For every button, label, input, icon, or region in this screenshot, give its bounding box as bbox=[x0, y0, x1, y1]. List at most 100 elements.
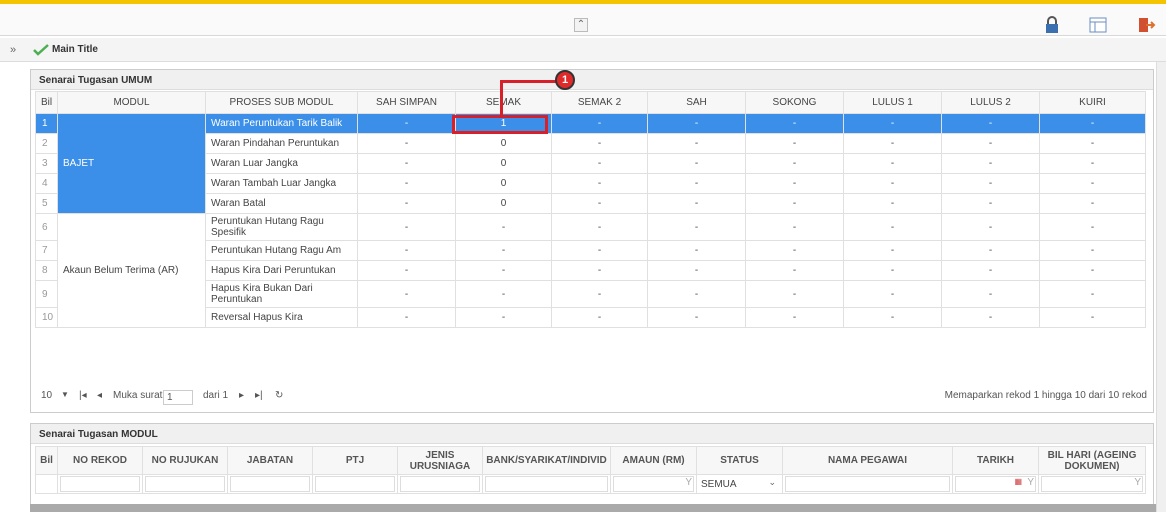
expand-sidebar-icon[interactable]: » bbox=[10, 44, 16, 56]
value-cell[interactable]: - bbox=[455, 240, 552, 261]
col-header[interactable]: SOKONG bbox=[745, 91, 844, 114]
value-cell[interactable]: - bbox=[357, 133, 456, 154]
value-cell[interactable]: - bbox=[941, 280, 1040, 308]
col-header[interactable]: STATUS bbox=[696, 446, 783, 475]
horizontal-scrollbar[interactable] bbox=[30, 504, 1156, 512]
no-rujukan-filter[interactable] bbox=[145, 476, 225, 492]
value-cell[interactable]: - bbox=[647, 133, 746, 154]
process-cell[interactable]: Peruntukan Hutang Ragu Am bbox=[205, 240, 358, 261]
next-page-icon[interactable]: ▸ bbox=[239, 390, 244, 401]
value-cell[interactable]: - bbox=[551, 173, 648, 194]
value-cell[interactable]: - bbox=[941, 173, 1040, 194]
value-cell[interactable]: - bbox=[1039, 213, 1146, 241]
value-cell[interactable]: - bbox=[551, 113, 648, 134]
value-cell[interactable]: - bbox=[357, 113, 456, 134]
value-cell[interactable]: - bbox=[647, 260, 746, 281]
status-select[interactable]: SEMUA bbox=[701, 479, 737, 490]
nama-pegawai-filter[interactable] bbox=[785, 476, 950, 492]
col-header[interactable]: LULUS 1 bbox=[843, 91, 942, 114]
value-cell[interactable]: - bbox=[357, 213, 456, 241]
col-header[interactable]: KUIRI bbox=[1039, 91, 1146, 114]
value-cell[interactable]: - bbox=[941, 133, 1040, 154]
double-chevron-up-icon[interactable]: ⌃ bbox=[574, 18, 588, 32]
col-header[interactable]: Bil bbox=[35, 91, 58, 114]
col-header[interactable]: JENIS URUSNIAGA bbox=[397, 446, 483, 475]
col-header[interactable]: NO REKOD bbox=[57, 446, 143, 475]
process-cell[interactable]: Waran Tambah Luar Jangka bbox=[205, 173, 358, 194]
value-cell[interactable]: - bbox=[551, 153, 648, 174]
jabatan-filter[interactable] bbox=[230, 476, 310, 492]
lock-icon[interactable] bbox=[1042, 16, 1062, 34]
value-cell[interactable]: - bbox=[745, 133, 844, 154]
value-cell[interactable]: 0 bbox=[455, 153, 552, 174]
value-cell[interactable]: - bbox=[745, 260, 844, 281]
col-header[interactable]: LULUS 2 bbox=[941, 91, 1040, 114]
ptj-filter[interactable] bbox=[315, 476, 395, 492]
col-header[interactable]: TARIKH bbox=[952, 446, 1039, 475]
value-cell[interactable]: - bbox=[357, 240, 456, 261]
value-cell[interactable]: - bbox=[843, 173, 942, 194]
value-cell[interactable]: - bbox=[357, 280, 456, 308]
value-cell[interactable]: - bbox=[1039, 113, 1146, 134]
value-cell[interactable]: - bbox=[647, 213, 746, 241]
value-cell[interactable]: - bbox=[647, 153, 746, 174]
process-cell[interactable]: Hapus Kira Bukan Dari Peruntukan bbox=[205, 280, 358, 308]
value-cell[interactable]: - bbox=[941, 153, 1040, 174]
col-header[interactable]: BIL HARI (AGEING DOKUMEN) bbox=[1038, 446, 1146, 475]
logout-icon[interactable] bbox=[1136, 16, 1156, 34]
value-cell[interactable]: - bbox=[357, 260, 456, 281]
value-cell[interactable]: - bbox=[455, 280, 552, 308]
process-cell[interactable]: Hapus Kira Dari Peruntukan bbox=[205, 260, 358, 281]
col-header[interactable]: SEMAK 2 bbox=[551, 91, 648, 114]
bil-hari-filter[interactable] bbox=[1041, 476, 1143, 492]
value-cell[interactable]: - bbox=[941, 113, 1040, 134]
vertical-scrollbar[interactable] bbox=[1156, 62, 1166, 512]
first-page-icon[interactable]: |◂ bbox=[79, 390, 87, 401]
value-cell[interactable]: 0 bbox=[455, 173, 552, 194]
table-row[interactable]: 1 BAJET Waran Peruntukan Tarik Balik - 1… bbox=[35, 113, 1146, 214]
col-header[interactable]: BANK/SYARIKAT/INDIVID bbox=[482, 446, 611, 475]
amaun-filter[interactable] bbox=[613, 476, 694, 492]
value-cell[interactable]: - bbox=[843, 260, 942, 281]
value-cell[interactable]: - bbox=[551, 307, 648, 328]
col-header[interactable]: SAH bbox=[647, 91, 746, 114]
value-cell[interactable]: - bbox=[1039, 193, 1146, 214]
process-cell[interactable]: Waran Pindahan Peruntukan bbox=[205, 133, 358, 154]
col-header[interactable]: NO RUJUKAN bbox=[142, 446, 228, 475]
value-cell[interactable]: - bbox=[941, 260, 1040, 281]
value-cell[interactable]: - bbox=[647, 193, 746, 214]
value-cell[interactable]: - bbox=[1039, 173, 1146, 194]
value-cell[interactable]: - bbox=[745, 213, 844, 241]
value-cell[interactable]: - bbox=[551, 213, 648, 241]
filter-icon[interactable]: Y bbox=[1027, 477, 1034, 488]
value-cell[interactable]: - bbox=[647, 240, 746, 261]
value-cell[interactable]: - bbox=[843, 113, 942, 134]
col-header[interactable]: NAMA PEGAWAI bbox=[782, 446, 953, 475]
prev-page-icon[interactable]: ◂ bbox=[97, 390, 102, 401]
value-cell[interactable]: - bbox=[941, 240, 1040, 261]
value-cell[interactable]: - bbox=[1039, 260, 1146, 281]
col-header[interactable]: MODUL bbox=[57, 91, 206, 114]
value-cell[interactable]: - bbox=[1039, 153, 1146, 174]
value-cell[interactable]: - bbox=[357, 193, 456, 214]
refresh-icon[interactable]: ↻ bbox=[275, 390, 283, 401]
value-cell[interactable]: - bbox=[941, 213, 1040, 241]
value-cell[interactable]: - bbox=[1039, 280, 1146, 308]
col-header[interactable]: PTJ bbox=[312, 446, 398, 475]
value-cell[interactable]: - bbox=[647, 173, 746, 194]
value-cell[interactable]: 0 bbox=[455, 133, 552, 154]
value-cell[interactable]: - bbox=[745, 173, 844, 194]
tarikh-filter[interactable] bbox=[955, 476, 1036, 492]
value-cell[interactable]: - bbox=[357, 173, 456, 194]
value-cell[interactable]: - bbox=[357, 153, 456, 174]
value-cell[interactable]: - bbox=[455, 213, 552, 241]
jenis-filter[interactable] bbox=[400, 476, 480, 492]
col-header[interactable]: SEMAK bbox=[455, 91, 552, 114]
value-cell[interactable]: - bbox=[357, 307, 456, 328]
value-cell[interactable]: - bbox=[843, 280, 942, 308]
value-cell[interactable]: - bbox=[843, 213, 942, 241]
value-cell[interactable]: - bbox=[551, 133, 648, 154]
value-cell[interactable]: - bbox=[745, 113, 844, 134]
bank-filter[interactable] bbox=[485, 476, 608, 492]
value-cell[interactable]: - bbox=[745, 280, 844, 308]
